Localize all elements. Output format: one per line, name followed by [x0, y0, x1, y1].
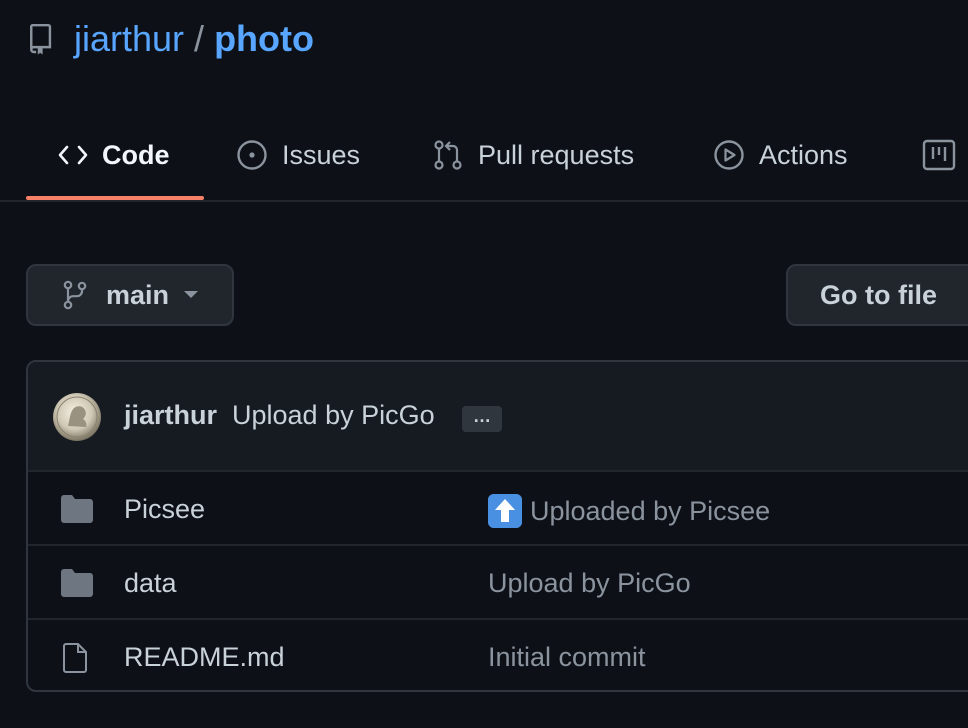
avatar[interactable] — [52, 392, 102, 442]
file-name[interactable]: Picsee — [124, 494, 205, 525]
file-row-readme[interactable]: README.md Initial commit — [28, 618, 968, 690]
file-commit-message[interactable]: Initial commit — [488, 642, 646, 673]
repo-icon — [28, 21, 56, 57]
repo-name-link[interactable]: photo — [214, 18, 314, 60]
repo-separator: / — [194, 18, 205, 59]
commit-message-link[interactable]: Upload by PicGo — [232, 400, 435, 431]
file-icon — [60, 642, 90, 679]
tab-projects[interactable] — [922, 112, 968, 198]
play-circle-icon — [713, 139, 745, 171]
file-name[interactable]: data — [124, 568, 177, 599]
tab-issues[interactable]: Issues — [236, 112, 360, 198]
file-row-picsee[interactable]: Picsee Uploaded by Picsee — [28, 470, 968, 544]
folder-icon — [60, 494, 94, 529]
commit-details-ellipsis-button[interactable]: … — [462, 406, 502, 432]
page: jiarthur / photo Code Issues Pull reques… — [0, 0, 968, 728]
branch-name: main — [106, 279, 170, 310]
file-list: jiarthur Upload by PicGo … Picsee Upload… — [26, 360, 968, 692]
go-to-file-button[interactable]: Go to file — [786, 264, 968, 326]
file-commit-message-text: Uploaded by Picsee — [530, 495, 771, 526]
pull-request-icon — [432, 139, 464, 171]
tab-pull-requests-label: Pull requests — [478, 139, 635, 170]
git-branch-icon — [62, 280, 88, 310]
project-board-icon — [922, 139, 956, 171]
file-row-data[interactable]: data Upload by PicGo — [28, 544, 968, 618]
branch-select-button[interactable]: main — [26, 264, 234, 326]
commit-author-link[interactable]: jiarthur — [124, 400, 217, 431]
latest-commit-bar: jiarthur Upload by PicGo … — [28, 362, 968, 472]
tab-code-label: Code — [102, 139, 170, 170]
folder-icon — [60, 568, 94, 603]
tab-pull-requests[interactable]: Pull requests — [432, 112, 634, 198]
repo-header: jiarthur / photo — [28, 14, 314, 64]
tab-actions[interactable]: Actions — [713, 112, 848, 198]
code-icon — [58, 144, 88, 166]
repo-owner-link[interactable]: jiarthur — [74, 18, 184, 60]
file-commit-message[interactable]: Uploaded by Picsee — [488, 494, 770, 528]
issue-circle-icon — [236, 139, 268, 171]
file-name[interactable]: README.md — [124, 642, 285, 673]
chevron-down-icon — [183, 290, 199, 300]
tab-code[interactable]: Code — [58, 112, 170, 198]
tab-actions-label: Actions — [759, 139, 848, 170]
file-commit-message[interactable]: Upload by PicGo — [488, 568, 691, 599]
active-tab-underline — [26, 196, 204, 200]
repo-nav-tabs: Code Issues Pull requests Actions — [0, 112, 968, 202]
up-arrow-emoji-icon — [488, 494, 522, 528]
tab-issues-label: Issues — [282, 139, 361, 170]
